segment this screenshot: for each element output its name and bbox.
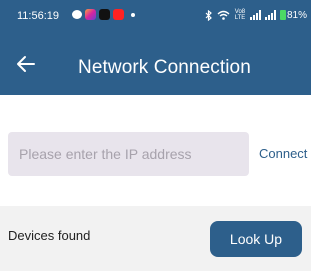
youtube-icon [113, 9, 124, 20]
wifi-icon [217, 10, 230, 20]
header: 11:56:19 Vo8 LTE 81% Network Connection [0, 0, 311, 95]
look-up-button[interactable]: Look Up [210, 221, 302, 257]
signal-icon [264, 10, 276, 20]
status-bar: 11:56:19 Vo8 LTE 81% [0, 0, 311, 32]
status-time: 11:56:19 [17, 10, 60, 22]
battery-percent: 81% [286, 9, 307, 21]
instagram-icon [85, 9, 96, 20]
devices-found-label: Devices found [8, 228, 91, 243]
ip-address-input[interactable] [8, 132, 249, 176]
notification-icons [72, 9, 135, 20]
nav-bar: Network Connection [0, 48, 311, 88]
dot-icon [131, 12, 135, 17]
bluetooth-icon [205, 9, 212, 21]
back-arrow-icon[interactable] [14, 52, 38, 76]
system-icons: Vo8 LTE 81% [205, 9, 307, 21]
page-title: Network Connection [78, 57, 251, 78]
message-icon [72, 10, 82, 19]
battery-indicator: 81% [279, 9, 307, 21]
connect-button[interactable]: Connect [259, 146, 307, 161]
network-label: Vo8 LTE [234, 9, 246, 21]
battery-icon [279, 10, 286, 20]
signal-icon [249, 10, 261, 20]
devices-section: Devices found Look Up [0, 206, 311, 271]
tiktok-icon [99, 9, 110, 20]
